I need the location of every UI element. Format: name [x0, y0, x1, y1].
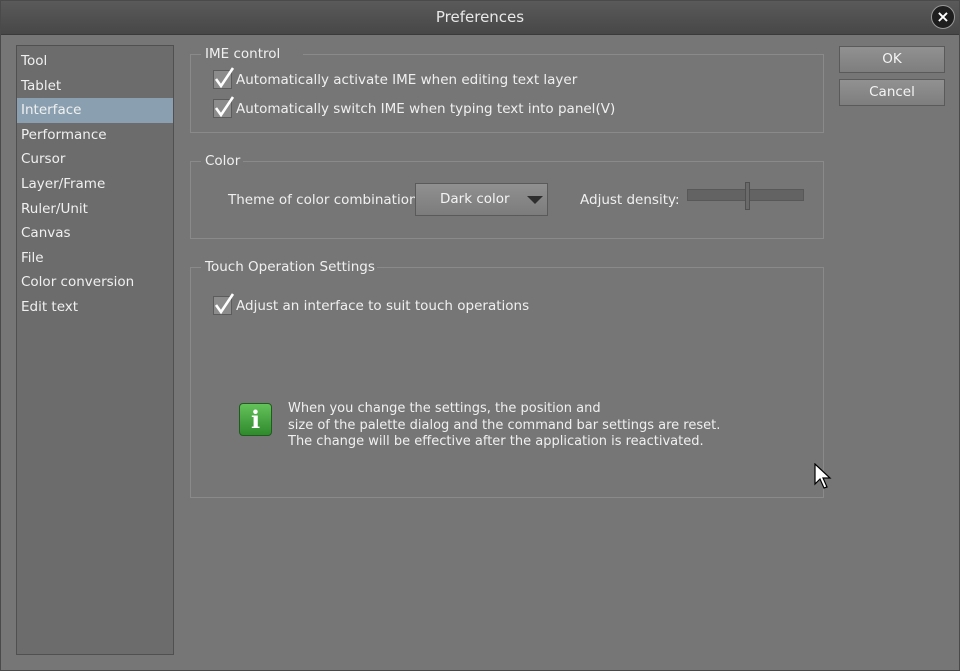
theme-select[interactable]: Dark color: [415, 183, 548, 216]
ime-activate-option[interactable]: Automatically activate IME when editing …: [213, 66, 578, 91]
ok-button[interactable]: OK: [839, 46, 945, 73]
dialog-title: Preferences: [435, 8, 525, 26]
ime-activate-checkbox[interactable]: [213, 66, 235, 89]
sidebar-item-canvas[interactable]: Canvas: [17, 221, 173, 246]
ime-switch-label: Automatically switch IME when typing tex…: [236, 101, 616, 117]
ime-group-title: IME control: [203, 45, 283, 63]
info-line-2: size of the palette dialog and the comma…: [288, 417, 721, 433]
color-group-title: Color: [203, 152, 243, 170]
close-icon: ×: [936, 7, 950, 26]
checkmark-icon: [214, 292, 235, 314]
theme-label: Theme of color combination:: [228, 192, 423, 208]
sidebar-item-interface[interactable]: Interface: [17, 98, 173, 123]
touch-option[interactable]: Adjust an interface to suit touch operat…: [213, 292, 530, 317]
chevron-down-icon: [527, 196, 543, 204]
color-group: Color Theme of color combination: Dark c…: [190, 152, 824, 239]
category-list[interactable]: Tool Tablet Interface Performance Cursor…: [16, 45, 174, 655]
ime-switch-option[interactable]: Automatically switch IME when typing tex…: [213, 95, 616, 120]
sidebar-item-ruler-unit[interactable]: Ruler/Unit: [17, 197, 173, 222]
title-bar: Preferences: [1, 1, 959, 35]
cancel-button[interactable]: Cancel: [839, 79, 945, 106]
density-label: Adjust density:: [580, 192, 680, 208]
sidebar-item-file[interactable]: File: [17, 246, 173, 271]
touch-label: Adjust an interface to suit touch operat…: [236, 298, 530, 314]
info-line-1: When you change the settings, the positi…: [288, 401, 601, 416]
close-button[interactable]: ×: [931, 5, 955, 29]
mouse-cursor-icon: [814, 463, 832, 489]
ime-activate-label: Automatically activate IME when editing …: [236, 72, 578, 88]
touch-group-title: Touch Operation Settings: [203, 258, 377, 276]
theme-select-value: Dark color: [440, 191, 510, 207]
touch-info-message: When you change the settings, the positi…: [288, 401, 720, 451]
sidebar-item-tool[interactable]: Tool: [17, 49, 173, 74]
sidebar-item-edit-text[interactable]: Edit text: [17, 295, 173, 320]
sidebar-item-tablet[interactable]: Tablet: [17, 74, 173, 99]
info-icon: i: [239, 403, 272, 436]
ime-switch-checkbox[interactable]: [213, 95, 235, 118]
touch-checkbox[interactable]: [213, 292, 235, 315]
checkmark-icon: [214, 66, 235, 88]
checkmark-icon: [214, 95, 235, 117]
info-line-3: The change will be effective after the a…: [288, 434, 704, 449]
sidebar-item-color-conversion[interactable]: Color conversion: [17, 270, 173, 295]
preferences-dialog: Preferences × Tool Tablet Interface Perf…: [0, 0, 960, 671]
sidebar-item-performance[interactable]: Performance: [17, 123, 173, 148]
touch-group: Touch Operation Settings Adjust an inter…: [190, 258, 824, 498]
sidebar-item-layer-frame[interactable]: Layer/Frame: [17, 172, 173, 197]
sidebar-item-cursor[interactable]: Cursor: [17, 147, 173, 172]
density-slider-handle[interactable]: [745, 182, 750, 210]
ime-control-group: IME control Automatically activate IME w…: [190, 45, 824, 133]
